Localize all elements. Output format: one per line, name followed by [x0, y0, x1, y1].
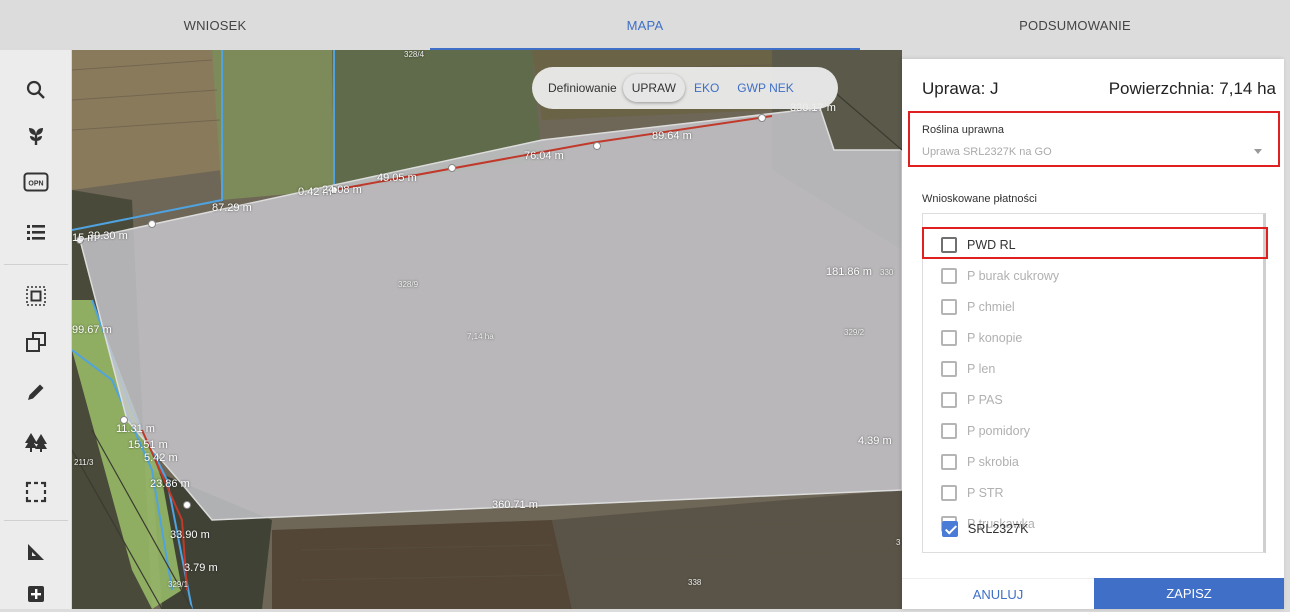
- measurement-label: 15.51 m: [128, 439, 168, 451]
- payment-p-str[interactable]: P STR: [941, 481, 1004, 505]
- payment-p-skrobia[interactable]: P skrobia: [941, 450, 1019, 474]
- checkbox[interactable]: [941, 485, 957, 501]
- checkbox[interactable]: [941, 330, 957, 346]
- checkbox[interactable]: [941, 299, 957, 315]
- define-option-gwp-nek[interactable]: GWP NEK: [728, 74, 802, 102]
- opn-icon[interactable]: OPN: [18, 164, 54, 200]
- trees-icon[interactable]: [18, 424, 54, 460]
- measurement-label: 24.08 m: [322, 184, 362, 196]
- map-imagery: [72, 50, 902, 609]
- checkbox[interactable]: [941, 423, 957, 439]
- area-title: Powierzchnia: 7,14 ha: [1108, 79, 1276, 98]
- tab-podsumowanie[interactable]: PODSUMOWANIE: [860, 0, 1290, 50]
- payment-p-burak-cukrowy[interactable]: P burak cukrowy: [941, 264, 1059, 288]
- cancel-button[interactable]: ANULUJ: [902, 578, 1094, 609]
- edit-pencil-icon[interactable]: [18, 374, 54, 410]
- panel-header: Uprawa: J Powierzchnia: 7,14 ha: [902, 59, 1284, 119]
- payment-label: P konopie: [967, 331, 1023, 345]
- payment-label: P PAS: [967, 393, 1003, 407]
- payment-p-chmiel[interactable]: P chmiel: [941, 295, 1015, 319]
- payment-label: P skrobia: [967, 455, 1019, 469]
- payment-srl2327k[interactable]: SRL2327K: [942, 517, 1028, 541]
- chevron-down-icon[interactable]: [1254, 149, 1262, 154]
- define-option-eko[interactable]: EKO: [685, 74, 728, 102]
- checkbox[interactable]: [941, 268, 957, 284]
- parcel-area-label: 7,14 ha: [467, 332, 494, 341]
- checkbox[interactable]: [941, 361, 957, 377]
- crop-select-label: Roślina uprawna: [922, 124, 1004, 136]
- checkbox[interactable]: [941, 392, 957, 408]
- measurement-label: 49.05 m: [377, 172, 417, 184]
- define-mode-label: Definiowanie: [548, 81, 617, 95]
- top-navigation: WNIOSEK MAPA PODSUMOWANIE: [0, 0, 1290, 50]
- parcel-id-label: 330: [880, 268, 894, 277]
- checkbox[interactable]: [941, 454, 957, 470]
- tab-wniosek[interactable]: WNIOSEK: [0, 0, 430, 50]
- list-icon[interactable]: [18, 214, 54, 250]
- payment-p-pomidory[interactable]: P pomidory: [941, 419, 1030, 443]
- define-option-upraw[interactable]: UPRAW: [622, 74, 685, 102]
- measurement-label: 3.79 m: [184, 562, 218, 574]
- parcel-id-label: 211/3: [74, 458, 94, 467]
- measurement-label: 360.71 m: [492, 499, 538, 511]
- payment-p-pas[interactable]: P PAS: [941, 388, 1003, 412]
- measurement-label: 11.31 m: [116, 423, 155, 435]
- save-button[interactable]: ZAPISZ: [1094, 578, 1284, 609]
- measurement-label: 99.67 m: [72, 324, 112, 336]
- crop-select-highlight: [908, 111, 1280, 167]
- parcel-id-label: 338: [688, 578, 702, 587]
- left-toolbar: OPN: [0, 50, 72, 609]
- select-area-icon[interactable]: [18, 278, 54, 314]
- search-icon[interactable]: [18, 72, 54, 108]
- copy-icon[interactable]: [18, 324, 54, 360]
- payment-label: P burak cukrowy: [967, 269, 1060, 283]
- payment-p-len[interactable]: P len: [941, 357, 995, 381]
- parcel-id-label: 3: [896, 538, 901, 547]
- add-icon[interactable]: [18, 576, 54, 612]
- measurement-label: 4.39 m: [858, 435, 892, 447]
- map-view[interactable]: 328/4 89.64 m 76.04 m 49.05 m 0.42 m 24.…: [72, 50, 902, 609]
- crop-select[interactable]: Uprawa SRL2327K na GO: [922, 146, 1052, 158]
- measurement-label: 76.04 m: [524, 150, 564, 162]
- payment-label: SRL2327K: [968, 522, 1029, 536]
- selection-frame-icon[interactable]: [18, 474, 54, 510]
- checkbox-checked[interactable]: [942, 521, 958, 537]
- payment-label: P len: [967, 362, 996, 376]
- payment-p-konopie[interactable]: P konopie: [941, 326, 1022, 350]
- parcel-id-label: 328/9: [398, 280, 419, 289]
- measurement-label: 33.90 m: [170, 529, 210, 541]
- tab-mapa[interactable]: MAPA: [430, 0, 860, 50]
- parcel-id-label: 328/4: [404, 50, 425, 59]
- parcel-id-label: 329/1: [168, 580, 189, 589]
- measurement-label: 87.29 m: [212, 202, 252, 214]
- parcel-id-label: 329/2: [844, 328, 865, 337]
- payments-list[interactable]: PWD RL P burak cukrowy P chmiel P konopi…: [922, 213, 1266, 553]
- payment-label: P STR: [967, 486, 1004, 500]
- opn-label: OPN: [28, 181, 43, 188]
- measurement-label: 15 m: [72, 232, 97, 244]
- measurement-label: 181.86 m: [826, 266, 872, 278]
- payment-highlight: [922, 227, 1268, 259]
- define-mode-toggle: Definiowanie UPRAW EKO GWP NEK: [532, 67, 838, 109]
- measure-angle-icon[interactable]: [18, 534, 54, 570]
- payment-label: P chmiel: [967, 300, 1015, 314]
- measurement-label: 23.86 m: [150, 478, 190, 490]
- payments-label: Wnioskowane płatności: [922, 193, 1037, 205]
- payment-label: P pomidory: [967, 424, 1030, 438]
- measurement-label: 89.64 m: [652, 130, 692, 142]
- plant-icon[interactable]: [18, 118, 54, 154]
- crop-title: Uprawa: J: [922, 79, 999, 98]
- measurement-label: 5.42 m: [144, 452, 178, 464]
